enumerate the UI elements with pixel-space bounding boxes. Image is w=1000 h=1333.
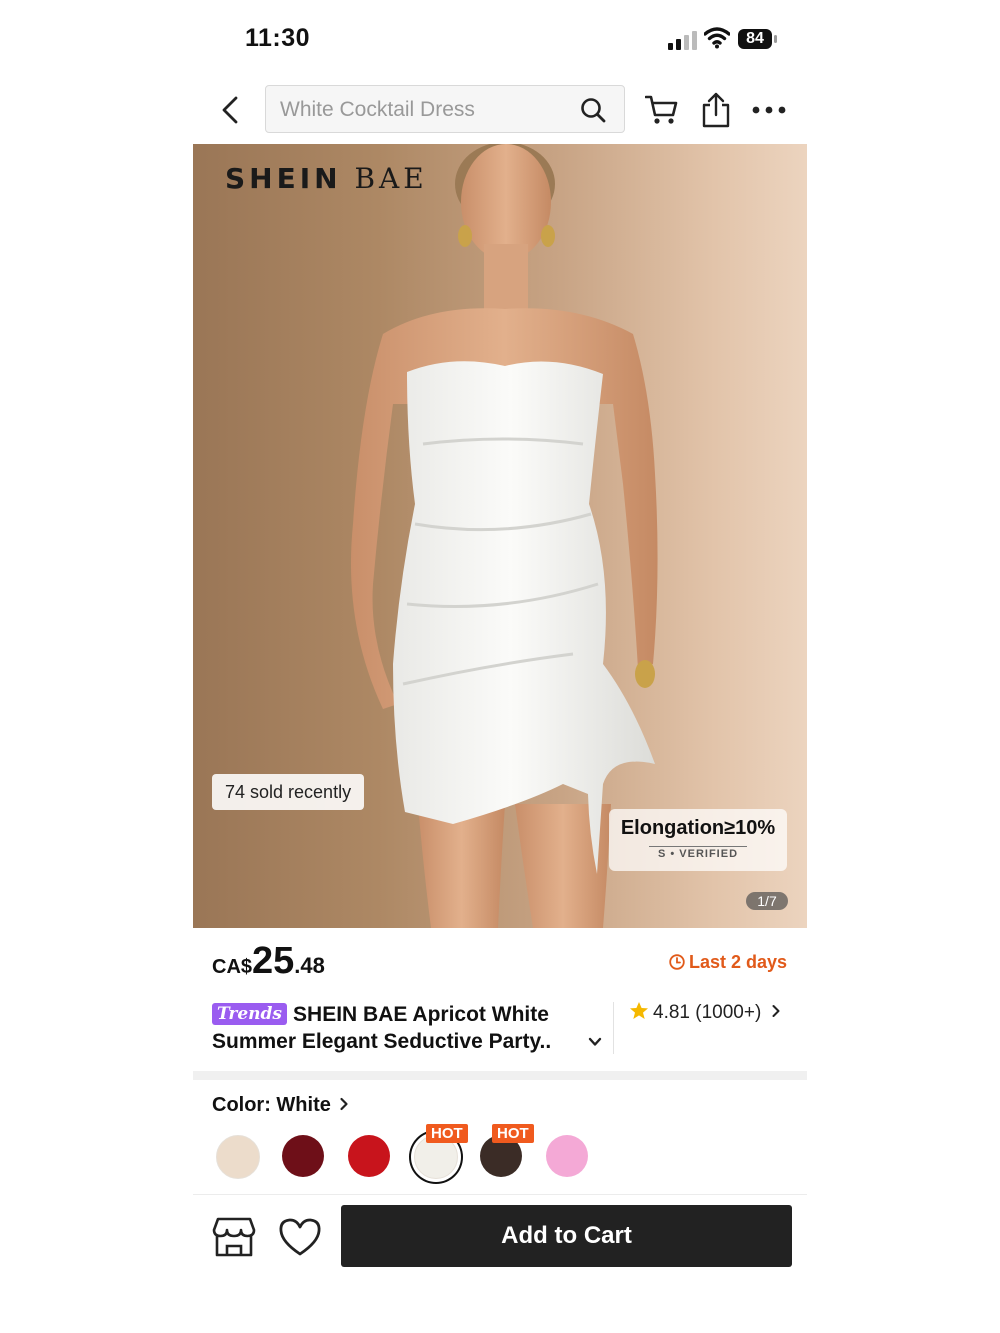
back-icon[interactable]: [217, 94, 245, 126]
color-swatch[interactable]: [348, 1135, 390, 1177]
color-swatch[interactable]: [216, 1135, 260, 1179]
cart-icon[interactable]: [645, 94, 679, 126]
product-image[interactable]: SHEIN BAE 74 sold recently Elongation≥10…: [193, 144, 807, 928]
battery-level: 84: [738, 29, 772, 49]
color-swatch[interactable]: [282, 1135, 324, 1177]
color-label-text: Color: White: [212, 1094, 331, 1116]
store-icon[interactable]: [212, 1217, 256, 1257]
trends-tag: Trends: [212, 1003, 288, 1025]
price: CA$25.48: [212, 940, 325, 983]
verified-label: S • VERIFIED: [657, 848, 739, 860]
product-title[interactable]: Trends SHEIN BAE Apricot White Summer Ele…: [212, 1001, 592, 1055]
chevron-right-icon: [772, 1005, 780, 1017]
battery-icon: 84: [738, 29, 778, 51]
elongation-badge: Elongation≥10% S • VERIFIED: [609, 809, 787, 871]
color-label[interactable]: Color: White: [212, 1094, 349, 1117]
section-separator: [193, 1071, 807, 1080]
price-currency: CA$: [212, 956, 253, 978]
rating-value: 4.81: [653, 1002, 690, 1023]
rating-count: (1000+): [695, 1002, 762, 1023]
more-icon[interactable]: [751, 102, 787, 118]
chevron-down-icon[interactable]: [588, 1036, 602, 1048]
status-time: 11:30: [245, 24, 311, 52]
signal-icon: [668, 31, 697, 50]
search-bar[interactable]: [265, 85, 625, 133]
rating-summary[interactable]: 4.81 (1000+): [629, 1001, 781, 1024]
image-pager: 1/7: [746, 892, 788, 910]
promo-text: Last 2 days: [689, 952, 788, 972]
clock-icon: [669, 954, 685, 970]
status-bar: 11:30 84: [193, 0, 807, 80]
star-icon: [630, 1002, 648, 1019]
price-decimal: .48: [294, 953, 325, 978]
add-to-cart-button[interactable]: Add to Cart: [341, 1205, 792, 1267]
hot-badge: HOT: [492, 1124, 534, 1143]
color-swatch[interactable]: [546, 1135, 588, 1177]
share-icon[interactable]: [701, 92, 731, 128]
search-input[interactable]: [278, 92, 572, 128]
elongation-title: Elongation≥10%: [620, 817, 776, 839]
bottom-divider: [193, 1194, 807, 1195]
wifi-icon: [704, 27, 730, 49]
title-divider: [613, 1002, 614, 1054]
nav-bar: [193, 84, 807, 136]
brand-logo: SHEIN BAE: [225, 162, 428, 195]
hot-badge: HOT: [426, 1124, 468, 1143]
heart-icon[interactable]: [278, 1217, 322, 1257]
phone-screen: 11:30 84 White Cocktail Dress SHEIN BAE …: [193, 0, 807, 1333]
price-whole: 25: [252, 940, 295, 982]
promo-countdown: Last 2 days: [669, 952, 787, 973]
chevron-right-icon: [340, 1097, 348, 1111]
search-icon[interactable]: [580, 97, 606, 123]
sold-recently-badge: 74 sold recently: [212, 774, 365, 810]
